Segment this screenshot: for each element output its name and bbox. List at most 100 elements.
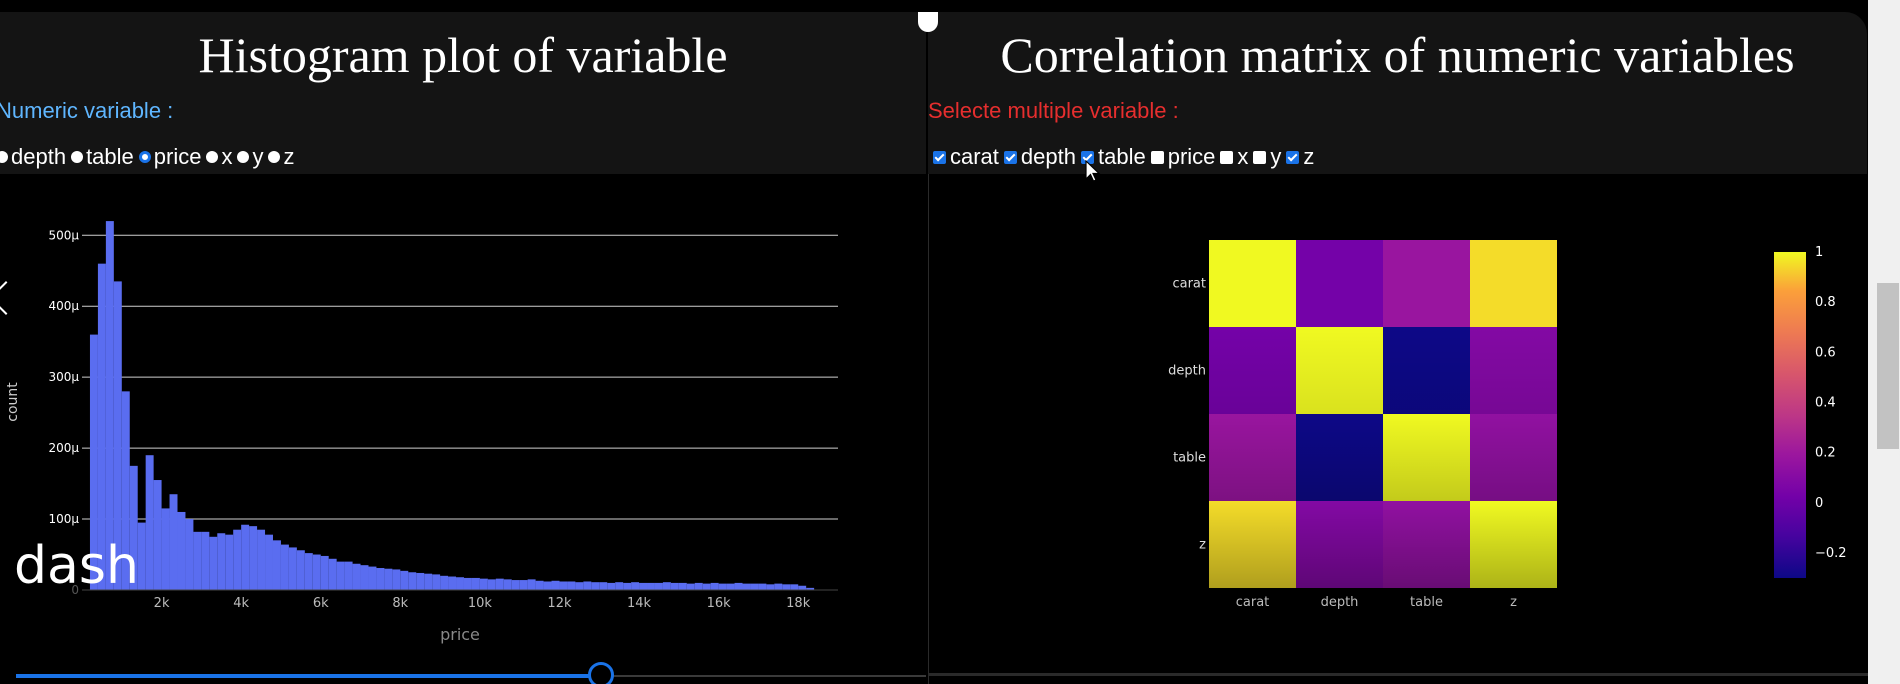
multiple-variable-checklist: carat depth table price x y z [933, 144, 1319, 170]
histogram-bar [288, 547, 297, 590]
radio-label: y [252, 144, 264, 169]
histogram-bar [408, 572, 417, 590]
x-tick-label: 4k [233, 596, 249, 611]
checkbox[interactable] [1150, 150, 1164, 164]
checkbox-label: carat [950, 144, 999, 169]
colorbar-tick-label: 0 [1815, 496, 1823, 511]
checkbox-option-price[interactable]: price [1150, 144, 1215, 170]
heatmap-cell-shade [1296, 501, 1383, 588]
scrollbar-thumb[interactable] [1877, 283, 1899, 449]
checkbox[interactable] [1003, 150, 1017, 164]
slider-track-filled[interactable] [16, 674, 602, 678]
checkbox[interactable] [1253, 150, 1267, 164]
histogram-bar [670, 582, 679, 590]
histogram-bar [257, 529, 266, 590]
histogram-bar [774, 583, 783, 590]
radio-button[interactable] [268, 151, 281, 163]
heatmap-cell-shade [1383, 414, 1470, 501]
histogram-bar [654, 582, 663, 590]
radio-button[interactable] [237, 151, 250, 163]
histogram-bar [384, 568, 393, 590]
colorbar-tick-label: 0.6 [1815, 345, 1836, 360]
heatmap-cell-shade [1209, 501, 1296, 588]
numeric-variable-label: Numeric variable : [0, 98, 174, 123]
checkbox-label: z [1303, 144, 1315, 169]
checkbox-option-x[interactable]: x [1220, 144, 1248, 170]
heatmap-x-label: depth [1321, 595, 1359, 610]
histogram-bar [718, 583, 727, 590]
histogram-bar [272, 540, 281, 590]
histogram-bar [615, 582, 624, 590]
histogram-bar [344, 561, 353, 590]
radio-button[interactable] [138, 151, 151, 163]
checkbox[interactable] [1286, 150, 1300, 164]
checkbox-label: table [1097, 144, 1146, 169]
correlation-heatmap[interactable]: carat depth table z carat depth table z 1 0.8 0.6 0… [928, 174, 1868, 674]
checkbox[interactable] [933, 150, 946, 164]
histogram-bar [304, 553, 313, 590]
radio-option-price[interactable]: price [138, 144, 202, 170]
radio-option-z[interactable]: z [268, 144, 294, 170]
y-tick-label: 100μ [48, 512, 79, 526]
y-tick-label: 400μ [48, 299, 79, 313]
y-tick-label: 300μ [48, 370, 79, 384]
histogram-bar [694, 582, 703, 590]
radio-option-table[interactable]: table [71, 144, 134, 170]
radio-label: z [283, 144, 295, 169]
histogram-bar [734, 582, 743, 590]
radio-button[interactable] [0, 151, 8, 163]
histogram-panel-header: Histogram plot of variable Numeric varia… [0, 12, 926, 174]
checkbox-option-carat[interactable]: carat [933, 144, 999, 170]
heatmap-cell-shade [1470, 501, 1557, 588]
histogram-bar [312, 554, 321, 590]
radio-label: table [86, 144, 134, 169]
heatmap-cell [1470, 240, 1557, 327]
histogram-bar [551, 580, 560, 590]
checkbox-option-depth[interactable]: depth [1003, 144, 1076, 170]
histogram-bar [487, 579, 496, 590]
x-tick-label: 10k [468, 596, 493, 611]
x-tick-label: 6k [313, 596, 329, 611]
histogram-bar [631, 582, 640, 590]
header-notch [918, 12, 938, 32]
radio-button[interactable] [71, 151, 84, 163]
histogram-bar [440, 575, 449, 590]
histogram-bar [639, 582, 648, 590]
histogram-chart[interactable]: 0100μ200μ300μ400μ500μ2k 4k 6k 8k 10k 12k 14k 16… [0, 174, 926, 684]
bottom-rule [928, 673, 1868, 676]
radio-button[interactable] [206, 151, 219, 163]
checkbox-label: y [1270, 144, 1282, 169]
histogram-bar [105, 221, 114, 590]
x-tick-label: 8k [392, 596, 408, 611]
checkbox[interactable] [1220, 150, 1234, 164]
x-axis-title: price [440, 625, 480, 644]
histogram-bar [400, 570, 409, 590]
histogram-bar [209, 536, 218, 590]
correlation-panel-header: Correlation matrix of numeric variables … [928, 12, 1867, 174]
histogram-bar [448, 576, 457, 590]
heatmap-cell-shade [1383, 501, 1470, 588]
radio-label: price [153, 144, 202, 169]
histogram-bar [790, 584, 799, 590]
histogram-bar [495, 578, 504, 590]
histogram-title: Histogram plot of variable [198, 27, 728, 83]
histogram-bar [527, 579, 536, 590]
colorbar [1774, 252, 1806, 578]
x-tick-label: 18k [786, 596, 811, 611]
checkbox-option-z[interactable]: z [1286, 144, 1314, 170]
histogram-bar [758, 583, 767, 590]
histogram-bar [782, 584, 791, 590]
histogram-bar [607, 582, 616, 590]
radio-option-y[interactable]: y [237, 144, 263, 170]
histogram-bar [145, 455, 154, 590]
histogram-bar [217, 533, 226, 590]
heatmap-cell [1296, 240, 1383, 327]
radio-option-depth[interactable]: depth [0, 144, 66, 170]
checkbox-option-y[interactable]: y [1253, 144, 1281, 170]
slider-track[interactable] [602, 675, 926, 677]
radio-option-x[interactable]: x [206, 144, 232, 170]
slider-handle[interactable] [588, 662, 614, 684]
heatmap-cell-shade [1470, 414, 1557, 501]
histogram-bar [479, 578, 488, 590]
colorbar-tick-label: 0.8 [1815, 295, 1836, 310]
